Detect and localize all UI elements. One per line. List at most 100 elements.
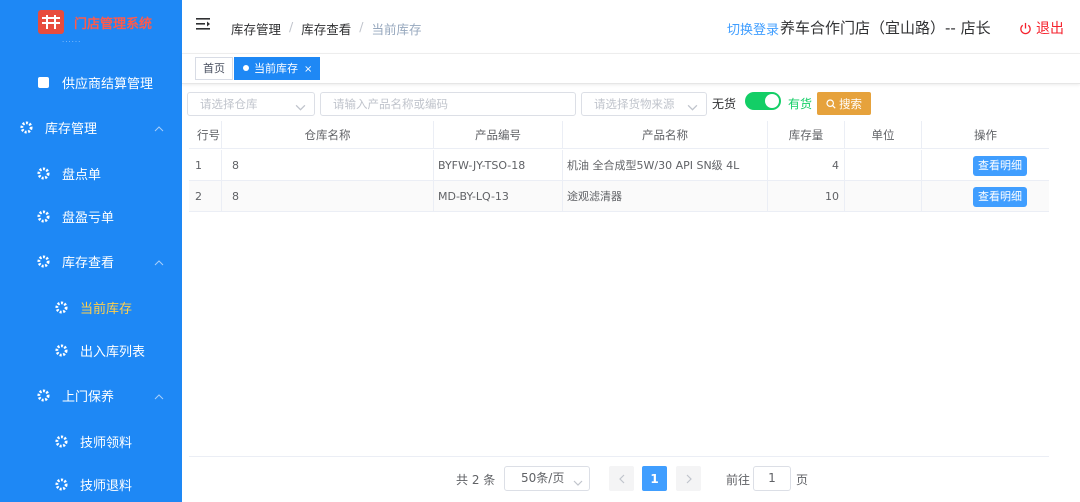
col-header-unit: 单位 — [845, 121, 922, 149]
gear-icon — [36, 166, 50, 180]
sidebar-item-label: 上门保养 — [62, 389, 115, 405]
chevron-up-icon — [154, 389, 164, 404]
logout-label: 退出 — [1036, 21, 1064, 37]
active-dot-icon — [243, 65, 249, 71]
sidebar-item-in-out-list[interactable]: 出入库列表 — [0, 330, 182, 370]
square-icon — [36, 75, 50, 89]
search-button[interactable]: 搜索 — [817, 92, 871, 115]
sidebar-item-current-inventory[interactable]: 当前库存 — [0, 287, 182, 327]
sidebar-item-stocktake[interactable]: 盘点单 — [0, 153, 182, 193]
goto-prefix: 前往 — [726, 473, 751, 487]
col-header-actions: 操作 — [974, 128, 997, 142]
sidebar-item-label: 库存查看 — [62, 255, 115, 271]
view-detail-button[interactable]: 查看明细 — [973, 156, 1027, 176]
gear-icon — [19, 120, 33, 134]
cell-actions: 查看明细 — [922, 181, 1049, 212]
sidebar-item-label: 库存管理 — [45, 121, 98, 137]
gear-icon — [36, 209, 50, 223]
cell-quantity: 4 — [768, 150, 845, 181]
sidebar-item-label: 盘点单 — [62, 167, 102, 183]
table-row: 2 8 MD-BY-LQ-13 途观滤清器 10 查看明细 — [189, 181, 1049, 212]
sidebar-item-inventory-management[interactable]: 库存管理 — [0, 107, 182, 147]
sidebar-item-label: 技师领料 — [80, 435, 133, 451]
sidebar-item-label: 出入库列表 — [80, 344, 146, 360]
gear-icon — [54, 434, 68, 448]
next-page-button[interactable] — [676, 466, 701, 491]
col-header-quantity: 库存量 — [768, 121, 845, 149]
gear-icon — [54, 300, 68, 314]
page-size-value: 50条/页 — [521, 471, 565, 485]
product-search-input[interactable]: 请输入产品名称或编码 — [320, 92, 576, 116]
breadcrumb-item[interactable]: 库存查看 — [301, 19, 351, 38]
breadcrumb-separator: / — [359, 19, 364, 34]
gear-icon — [54, 477, 68, 491]
chevron-down-icon — [687, 98, 698, 120]
sidebar-item-home-maintenance[interactable]: 上门保养 — [0, 375, 182, 415]
inventory-table: 行号 仓库名称 产品编号 产品名称 库存量 单位 操作 1 8 BYFW-JY-… — [189, 121, 1049, 457]
switch-login-link[interactable]: 切换登录 — [727, 19, 779, 38]
chevron-up-icon — [154, 121, 164, 136]
tag-label: 当前库存 — [254, 62, 298, 75]
store-name: 养车合作门店（宜山路）-- 店长 — [780, 19, 991, 37]
sidebar-item-profit-loss[interactable]: 盘盈亏单 — [0, 196, 182, 236]
warehouse-select[interactable]: 请选择仓库 — [187, 92, 315, 116]
tag-current-inventory[interactable]: 当前库存 × — [234, 57, 321, 80]
toggle-knob — [765, 94, 779, 108]
col-header-product-name: 产品名称 — [563, 121, 768, 149]
app-subtitle: ...... — [62, 36, 82, 44]
pagination-total: 共 2 条 — [456, 473, 496, 487]
power-icon — [1020, 22, 1031, 34]
menu-toggle-icon[interactable] — [196, 18, 210, 33]
search-button-label: 搜索 — [839, 96, 862, 111]
cell-unit — [845, 150, 922, 181]
warehouse-select-placeholder: 请选择仓库 — [200, 97, 258, 111]
sidebar-item-technician-pick[interactable]: 技师领料 — [0, 421, 182, 461]
sidebar-item-label: 盘盈亏单 — [62, 210, 115, 226]
gear-icon — [36, 388, 50, 402]
chevron-right-icon — [686, 474, 692, 483]
cell-row-no: 2 — [189, 181, 222, 212]
top-header: 库存管理 / 库存查看 / 当前库存 切换登录 养车合作门店（宜山路）-- 店长… — [182, 0, 1080, 54]
source-select-placeholder: 请选择货物来源 — [594, 97, 675, 111]
breadcrumb: 库存管理 / 库存查看 / 当前库存 — [231, 19, 421, 38]
logout-button[interactable]: 退出 — [1019, 18, 1064, 38]
sidebar-item-label: 当前库存 — [80, 301, 133, 317]
stock-toggle[interactable] — [745, 92, 781, 110]
tag-home[interactable]: 首页 — [195, 57, 233, 80]
chevron-left-icon — [618, 474, 624, 483]
prev-page-button[interactable] — [609, 466, 634, 491]
tags-bar: 首页 当前库存 × — [182, 54, 1080, 84]
col-header-product-code: 产品编号 — [434, 121, 563, 149]
store-logo-icon — [38, 10, 64, 34]
sidebar-item-label: 供应商结算管理 — [62, 76, 154, 92]
chevron-down-icon — [295, 98, 306, 120]
no-stock-label: 无货 — [712, 97, 737, 111]
cell-product-code: BYFW-JY-TSO-18 — [434, 150, 563, 181]
col-header-row-no: 行号 — [189, 121, 222, 149]
chevron-down-icon — [573, 473, 583, 496]
sidebar-item-inventory-view[interactable]: 库存查看 — [0, 241, 182, 281]
breadcrumb-separator: / — [289, 19, 294, 34]
cell-warehouse: 8 — [222, 181, 434, 212]
close-icon[interactable]: × — [304, 64, 312, 75]
cell-product-code: MD-BY-LQ-13 — [434, 181, 563, 212]
source-select[interactable]: 请选择货物来源 — [581, 92, 707, 116]
page-button-current[interactable]: 1 — [642, 466, 667, 491]
table-header: 行号 仓库名称 产品编号 产品名称 库存量 单位 操作 — [189, 121, 1049, 149]
view-detail-button[interactable]: 查看明细 — [973, 187, 1027, 207]
breadcrumb-item[interactable]: 库存管理 — [231, 19, 281, 38]
cell-unit — [845, 181, 922, 212]
cell-warehouse: 8 — [222, 150, 434, 181]
sidebar: 门店管理系统 ...... 供应商结算管理 库存管理 盘点单 盘盈亏单 库存查看 — [0, 0, 182, 502]
app-title: 门店管理系统 — [74, 16, 153, 32]
sidebar-item-supplier-settlement[interactable]: 供应商结算管理 — [0, 62, 182, 102]
page-size-select[interactable]: 50条/页 — [504, 466, 590, 491]
gear-icon — [36, 254, 50, 268]
cell-product-name: 机油 全合成型5W/30 API SN级 4L — [563, 150, 768, 181]
breadcrumb-current: 当前库存 — [371, 22, 422, 37]
goto-suffix: 页 — [796, 473, 809, 487]
sidebar-item-technician-return[interactable]: 技师退料 — [0, 464, 182, 502]
goto-page-input[interactable]: 1 — [753, 466, 791, 491]
gear-icon — [54, 343, 68, 357]
product-search-placeholder: 请输入产品名称或编码 — [333, 97, 448, 111]
